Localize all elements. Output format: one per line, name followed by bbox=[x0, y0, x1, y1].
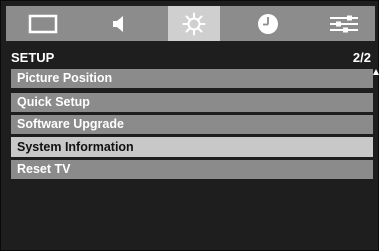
tab-sound[interactable] bbox=[94, 6, 144, 41]
menu-item-software-upgrade[interactable]: Software Upgrade bbox=[11, 115, 373, 134]
tab-setup[interactable] bbox=[168, 6, 220, 41]
menu-title: SETUP bbox=[11, 50, 55, 65]
tv-menu-screen: SETUP 2/2 Picture Position Quick Setup S… bbox=[0, 0, 379, 251]
picture-icon bbox=[28, 14, 58, 33]
sound-icon bbox=[113, 15, 123, 32]
menu-item-label: Software Upgrade bbox=[17, 117, 124, 131]
tab-options[interactable] bbox=[319, 6, 369, 41]
page-indicator: 2/2 bbox=[352, 50, 371, 65]
menu-item-label: System Information bbox=[17, 140, 134, 154]
menu-item-reset-tv[interactable]: Reset TV bbox=[11, 160, 373, 179]
tab-clock[interactable] bbox=[243, 6, 293, 41]
clock-icon bbox=[258, 13, 278, 34]
menu-item-label: Reset TV bbox=[17, 162, 71, 176]
tab-picture[interactable] bbox=[18, 6, 68, 41]
equalizer-icon bbox=[330, 15, 358, 32]
menu-item-system-information[interactable]: System Information bbox=[11, 137, 373, 157]
menu-item-label: Quick Setup bbox=[17, 95, 90, 109]
category-tab-bar bbox=[6, 6, 375, 41]
menu-item-label: Picture Position bbox=[17, 71, 113, 85]
setup-gear-icon bbox=[182, 12, 206, 35]
scroll-up-arrow-icon[interactable] bbox=[373, 69, 379, 75]
menu-item-picture-position[interactable]: Picture Position bbox=[11, 69, 373, 88]
menu-header: SETUP 2/2 bbox=[11, 51, 373, 65]
menu-item-quick-setup[interactable]: Quick Setup bbox=[11, 93, 373, 112]
